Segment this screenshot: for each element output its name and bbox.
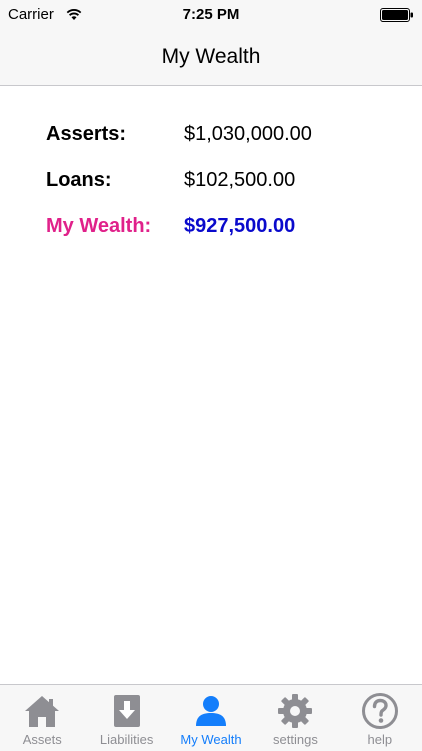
wealth-label: My Wealth: [46,215,152,237]
tab-my-wealth-label: My Wealth [180,732,242,747]
house-icon [25,696,60,727]
loans-row: Loans: $102,500.00 [46,165,386,195]
assets-row: Asserts: $1,030,000.00 [46,119,386,149]
page-title: My Wealth [161,45,261,68]
status-bar: Carrier 7:25 PM [0,0,422,30]
assets-label: Asserts: [46,123,127,145]
tab-liabilities[interactable]: Liabilities [84,685,168,751]
assets-value: $1,030,000.00 [184,123,312,145]
tab-liabilities-label: Liabilities [99,732,154,747]
tab-bar: Assets Liabilities My Wealth settings he… [0,684,422,751]
question-icon [361,693,398,729]
wealth-value: $927,500.00 [184,215,296,237]
wealth-row: My Wealth: $927,500.00 [46,211,386,241]
tab-help[interactable]: help [338,685,422,751]
download-icon [113,695,140,727]
loans-value: $102,500.00 [184,169,296,191]
tab-assets-label: Assets [22,732,62,747]
loans-label: Loans: [46,169,112,191]
tab-assets[interactable]: Assets [0,685,84,751]
tab-settings-label: settings [273,732,318,747]
tab-settings[interactable]: settings [253,685,337,751]
gear-icon [278,694,313,728]
tab-my-wealth[interactable]: My Wealth [169,685,253,751]
navigation-bar: My Wealth [0,30,422,86]
status-time: 7:25 PM [182,6,240,23]
person-icon [196,696,227,726]
battery-icon [380,8,413,22]
tab-help-label: help [367,732,393,747]
